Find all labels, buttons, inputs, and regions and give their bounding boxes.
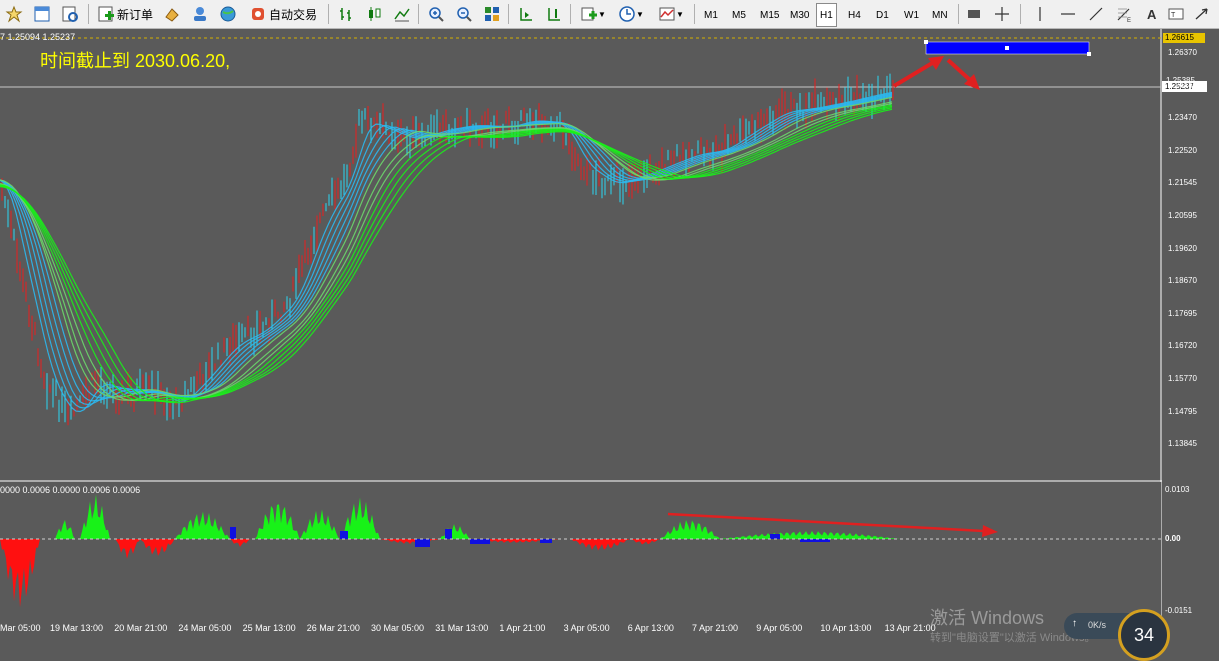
zoom-out-icon[interactable] — [454, 3, 474, 25]
timeframe-m1[interactable]: M1 — [700, 3, 722, 27]
price-label: 1.22520 — [1168, 145, 1197, 155]
crosshair-icon[interactable] — [992, 3, 1012, 25]
time-label: 9 Apr 05:00 — [756, 623, 803, 633]
price-label: 1.16720 — [1168, 341, 1197, 351]
label-tool-icon[interactable]: T — [1166, 3, 1186, 25]
price-label: 1.19620 — [1168, 243, 1197, 253]
time-label: 31 Mar 13:00 — [435, 623, 489, 633]
globe-icon[interactable] — [218, 3, 238, 25]
timeframe-m5[interactable]: M5 — [728, 3, 750, 27]
high-price-tag: 1.26615 — [1163, 33, 1205, 43]
time-label: 30 Mar 05:00 — [371, 623, 425, 633]
price-label: 1.17695 — [1168, 308, 1197, 318]
new-order-button[interactable]: 新订单 — [94, 3, 156, 25]
fibonacci-icon[interactable]: E — [1114, 3, 1134, 25]
time-label: 19 Mar 13:00 — [50, 623, 104, 633]
text-tool-icon[interactable]: A — [1142, 3, 1162, 25]
timeframe-d1[interactable]: D1 — [872, 3, 893, 27]
data-window-icon[interactable] — [60, 3, 80, 25]
bar-chart-icon[interactable] — [336, 3, 356, 25]
indicator-scale-zero: 0.00 — [1165, 534, 1181, 543]
network-speed: 0K/s — [1088, 620, 1107, 630]
price-label: 1.24445 — [1168, 80, 1197, 90]
svg-text:E: E — [1127, 18, 1131, 23]
arrow-tool-icon[interactable] — [1192, 3, 1212, 25]
indicator-scale-top: 0.0103 — [1165, 485, 1190, 494]
indicator-header: 0000 0.0006 0.0000 0.0006 0.0006 — [0, 485, 141, 495]
time-label: Mar 05:00 — [0, 623, 41, 633]
price-label: 1.23470 — [1168, 113, 1197, 123]
time-label: 20 Mar 21:00 — [114, 623, 168, 633]
chevron-down-icon: ▼ — [598, 9, 606, 19]
line-chart-icon[interactable] — [392, 3, 412, 25]
time-label: 7 Apr 21:00 — [692, 623, 739, 633]
price-header: 7 1.25094 1.25237 — [0, 32, 76, 42]
user-icon[interactable] — [190, 3, 210, 25]
auto-scroll-icon[interactable] — [516, 3, 536, 25]
new-order-label: 新订单 — [116, 7, 153, 22]
timeframe-m15[interactable]: M15 — [756, 3, 783, 27]
toolbar: 新订单 自动交易 ▼ ▼ ▼ E A T M1 M5 M15 M30 H1 H4… — [0, 0, 1219, 29]
time-annotation[interactable]: 时间截止到 2030.06.20, — [40, 47, 230, 73]
price-label: 1.18670 — [1168, 276, 1197, 286]
time-label: 10 Apr 13:00 — [820, 623, 872, 633]
indicators-dropdown[interactable]: ▼ — [578, 3, 608, 25]
time-label: 6 Apr 13:00 — [627, 623, 674, 633]
time-label: 25 Mar 13:00 — [242, 623, 296, 633]
indicator-scale-bottom: -0.0151 — [1165, 606, 1193, 615]
periods-dropdown[interactable]: ▼ — [614, 3, 648, 25]
vertical-line-icon[interactable] — [1030, 3, 1050, 25]
time-label: 3 Apr 05:00 — [563, 623, 610, 633]
tile-windows-icon[interactable] — [482, 3, 502, 25]
auto-trading-label: 自动交易 — [268, 7, 317, 22]
timeframe-h4[interactable]: H4 — [844, 3, 865, 27]
timeframe-w1[interactable]: W1 — [900, 3, 923, 27]
timeframe-m30[interactable]: M30 — [786, 3, 813, 27]
price-label: 1.14795 — [1168, 406, 1197, 416]
svg-text:T: T — [1171, 12, 1176, 19]
market-watch-icon[interactable] — [32, 3, 52, 25]
windows-activation-title: 激活 Windows — [930, 608, 1045, 628]
timeframe-mn[interactable]: MN — [928, 3, 952, 27]
time-label: 24 Mar 05:00 — [178, 623, 232, 633]
price-label: 1.13845 — [1168, 439, 1197, 449]
price-label: 1.15770 — [1168, 374, 1197, 383]
auto-trading-button[interactable]: 自动交易 — [246, 3, 320, 25]
price-label: 1.26370 — [1168, 48, 1197, 57]
chevron-down-icon: ▼ — [636, 9, 644, 19]
price-label: 1.20595 — [1168, 211, 1197, 220]
price-label: 1.21545 — [1168, 178, 1197, 188]
rectangle-tool-icon[interactable] — [964, 3, 984, 25]
time-label: 26 Mar 21:00 — [306, 623, 360, 633]
templates-dropdown[interactable]: ▼ — [654, 3, 688, 25]
time-label: 1 Apr 21:00 — [499, 623, 546, 633]
trendline-icon[interactable] — [1086, 3, 1106, 25]
upload-arrow-icon: ↑ — [1072, 618, 1077, 629]
horizontal-line-icon[interactable] — [1058, 3, 1078, 25]
chevron-down-icon: ▼ — [676, 9, 684, 19]
candlestick-icon[interactable] — [364, 3, 384, 25]
experts-icon[interactable] — [4, 3, 24, 25]
zoom-in-icon[interactable] — [426, 3, 446, 25]
history-center-icon[interactable] — [162, 3, 182, 25]
svg-text:A: A — [1147, 7, 1157, 22]
net-gauge[interactable]: 34 — [1118, 609, 1170, 661]
time-label: 13 Apr 21:00 — [884, 623, 936, 633]
chart-shift-icon[interactable] — [544, 3, 564, 25]
net-gauge-value: 34 — [1133, 624, 1155, 645]
chart-window[interactable]: 7 1.25094 1.25237 时间截止到 2030.06.20, 0000… — [0, 29, 1219, 661]
timeframe-h1[interactable]: H1 — [816, 3, 837, 27]
